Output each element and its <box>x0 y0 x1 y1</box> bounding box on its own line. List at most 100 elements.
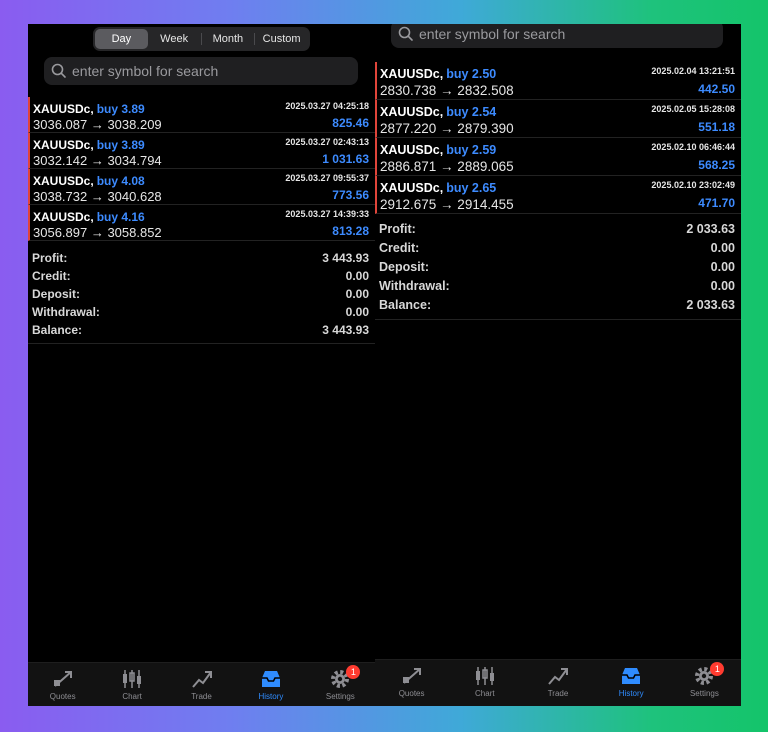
quotes-icon <box>53 671 72 687</box>
deal-time: 2025.02.10 23:02:49 <box>651 180 735 190</box>
summary-row-profit: Profit: 3 443.93 <box>28 249 375 267</box>
period-tab-month[interactable]: Month <box>202 29 255 49</box>
deal-symbol: XAUUSDc, <box>380 67 444 81</box>
tab-quotes[interactable]: Quotes <box>28 663 97 706</box>
tab-trade[interactable]: Trade <box>521 660 594 706</box>
summary-row-balance: Balance: 2 033.63 <box>375 296 741 315</box>
deal-row[interactable]: XAUUSDc, buy 3.89 2025.03.27 04:25:18 3036… <box>28 97 375 133</box>
deal-time: 2025.02.10 06:46:44 <box>651 142 735 152</box>
deal-time: 2025.02.04 13:21:51 <box>651 66 735 76</box>
deal-prices: 3032.142 → 3034.794 <box>33 153 162 168</box>
deal-symbol: XAUUSDc, <box>33 174 94 188</box>
deal-side: buy 4.16 <box>96 210 145 224</box>
tab-bar: Quotes Chart Trade History 1 Settings <box>28 662 375 706</box>
tab-label: Settings <box>689 689 719 698</box>
deal-row[interactable]: XAUUSDc, buy 4.08 2025.03.27 09:55:37 3038… <box>28 169 375 205</box>
deal-symbol: XAUUSDc, <box>380 143 444 157</box>
deals-list: XAUUSDc, buy 3.89 2025.03.27 04:25:18 3036… <box>28 97 375 241</box>
summary-label: Profit: <box>32 251 68 265</box>
tab-label: Chart <box>475 689 495 698</box>
summary-label: Withdrawal: <box>379 279 450 293</box>
deal-profit: 813.28 <box>332 224 369 238</box>
tab-label: Settings <box>325 692 355 701</box>
notification-badge: 1 <box>710 662 725 676</box>
deal-time: 2025.03.27 14:39:33 <box>285 209 369 219</box>
history-icon <box>622 668 641 684</box>
summary-label: Balance: <box>32 323 83 337</box>
deal-row[interactable]: XAUUSDc, buy 3.89 2025.03.27 02:43:13 3032… <box>28 133 375 169</box>
tab-label: Trade <box>191 692 212 701</box>
deal-symbol: XAUUSDc, <box>380 105 444 119</box>
deal-time: 2025.03.27 04:25:18 <box>285 101 369 111</box>
deal-side: buy 2.50 <box>446 67 497 81</box>
deal-side: buy 2.65 <box>446 181 497 195</box>
deal-profit: 471.70 <box>698 196 735 210</box>
trade-icon <box>548 668 568 685</box>
deal-side: buy 2.54 <box>446 105 497 119</box>
deal-side: buy 4.08 <box>96 174 145 188</box>
summary-value: 2 033.63 <box>686 298 735 312</box>
tab-chart[interactable]: Chart <box>97 663 166 706</box>
tab-label: Quotes <box>49 692 76 701</box>
tab-label: Chart <box>122 692 142 701</box>
search-input[interactable] <box>419 26 679 42</box>
summary-row-deposit: Deposit: 0.00 <box>375 258 741 277</box>
tab-label: History <box>618 689 644 698</box>
summary-label: Credit: <box>379 241 420 255</box>
summary-label: Balance: <box>379 298 432 312</box>
deal-profit: 1 031.63 <box>322 152 369 166</box>
deal-profit: 825.46 <box>332 116 369 130</box>
deal-time: 2025.03.27 02:43:13 <box>285 137 369 147</box>
summary-row-credit: Credit: 0.00 <box>28 267 375 285</box>
search-bar[interactable] <box>391 24 723 48</box>
summary-value: 0.00 <box>345 287 369 301</box>
account-summary: Profit: 2 033.63 Credit: 0.00 Deposit: 0.00… <box>375 220 741 320</box>
summary-row-credit: Credit: 0.00 <box>375 239 741 258</box>
deal-profit: 568.25 <box>698 158 735 172</box>
search-bar[interactable] <box>44 57 358 85</box>
deal-prices: 3038.732 → 3040.628 <box>33 189 162 204</box>
summary-value: 0.00 <box>345 305 369 319</box>
tab-label: History <box>258 692 284 701</box>
tab-history[interactable]: History <box>236 663 305 706</box>
deal-time: 2025.03.27 09:55:37 <box>285 173 369 183</box>
summary-value: 0.00 <box>710 279 735 293</box>
tab-settings[interactable]: 1 Settings <box>306 663 375 706</box>
deal-row[interactable]: XAUUSDc, buy 2.50 2025.02.04 13:21:51 2830… <box>375 62 741 100</box>
tab-trade[interactable]: Trade <box>167 663 236 706</box>
deal-row[interactable]: XAUUSDc, buy 4.16 2025.03.27 14:39:33 3056… <box>28 205 375 241</box>
summary-row-profit: Profit: 2 033.63 <box>375 220 741 239</box>
deal-profit: 773.56 <box>332 188 369 202</box>
quotes-icon <box>402 668 421 684</box>
tab-chart[interactable]: Chart <box>448 660 521 706</box>
search-input[interactable] <box>72 63 332 79</box>
tab-settings[interactable]: 1 Settings <box>668 660 741 706</box>
summary-label: Deposit: <box>32 287 80 301</box>
period-tab-week[interactable]: Week <box>148 29 201 49</box>
tab-label: Quotes <box>398 689 425 698</box>
period-tab-custom[interactable]: Custom <box>255 29 308 49</box>
period-tab-day[interactable]: Day <box>95 29 148 49</box>
deal-row[interactable]: XAUUSDc, buy 2.54 2025.02.05 15:28:08 2877… <box>375 100 741 138</box>
deal-side: buy 2.59 <box>446 143 497 157</box>
deal-row[interactable]: XAUUSDc, buy 2.59 2025.02.10 06:46:44 2886… <box>375 138 741 176</box>
deal-symbol: XAUUSDc, <box>33 210 94 224</box>
deal-profit: 442.50 <box>698 82 735 96</box>
tab-history[interactable]: History <box>595 660 668 706</box>
search-icon <box>398 26 413 41</box>
deal-row[interactable]: XAUUSDc, buy 2.65 2025.02.10 23:02:49 2912… <box>375 176 741 214</box>
deal-symbol: XAUUSDc, <box>33 138 94 152</box>
tab-quotes[interactable]: Quotes <box>375 660 448 706</box>
tab-bar: Quotes Chart Trade History 1 Settings <box>375 659 741 706</box>
notification-badge: 1 <box>346 665 361 679</box>
summary-value: 3 443.93 <box>322 251 369 265</box>
account-summary: Profit: 3 443.93 Credit: 0.00 Deposit: 0.00… <box>28 249 375 344</box>
trade-icon <box>191 671 212 688</box>
history-screen-left: Day Week Month Custom XAUUSDc,buy 3.8920… <box>28 24 375 706</box>
chart-icon <box>475 667 494 685</box>
summary-value: 2 033.63 <box>686 222 735 236</box>
history-icon <box>261 671 280 687</box>
deal-prices: 2912.675 → 2914.455 <box>380 197 514 212</box>
summary-value: 0.00 <box>710 241 735 255</box>
summary-label: Profit: <box>379 222 416 236</box>
